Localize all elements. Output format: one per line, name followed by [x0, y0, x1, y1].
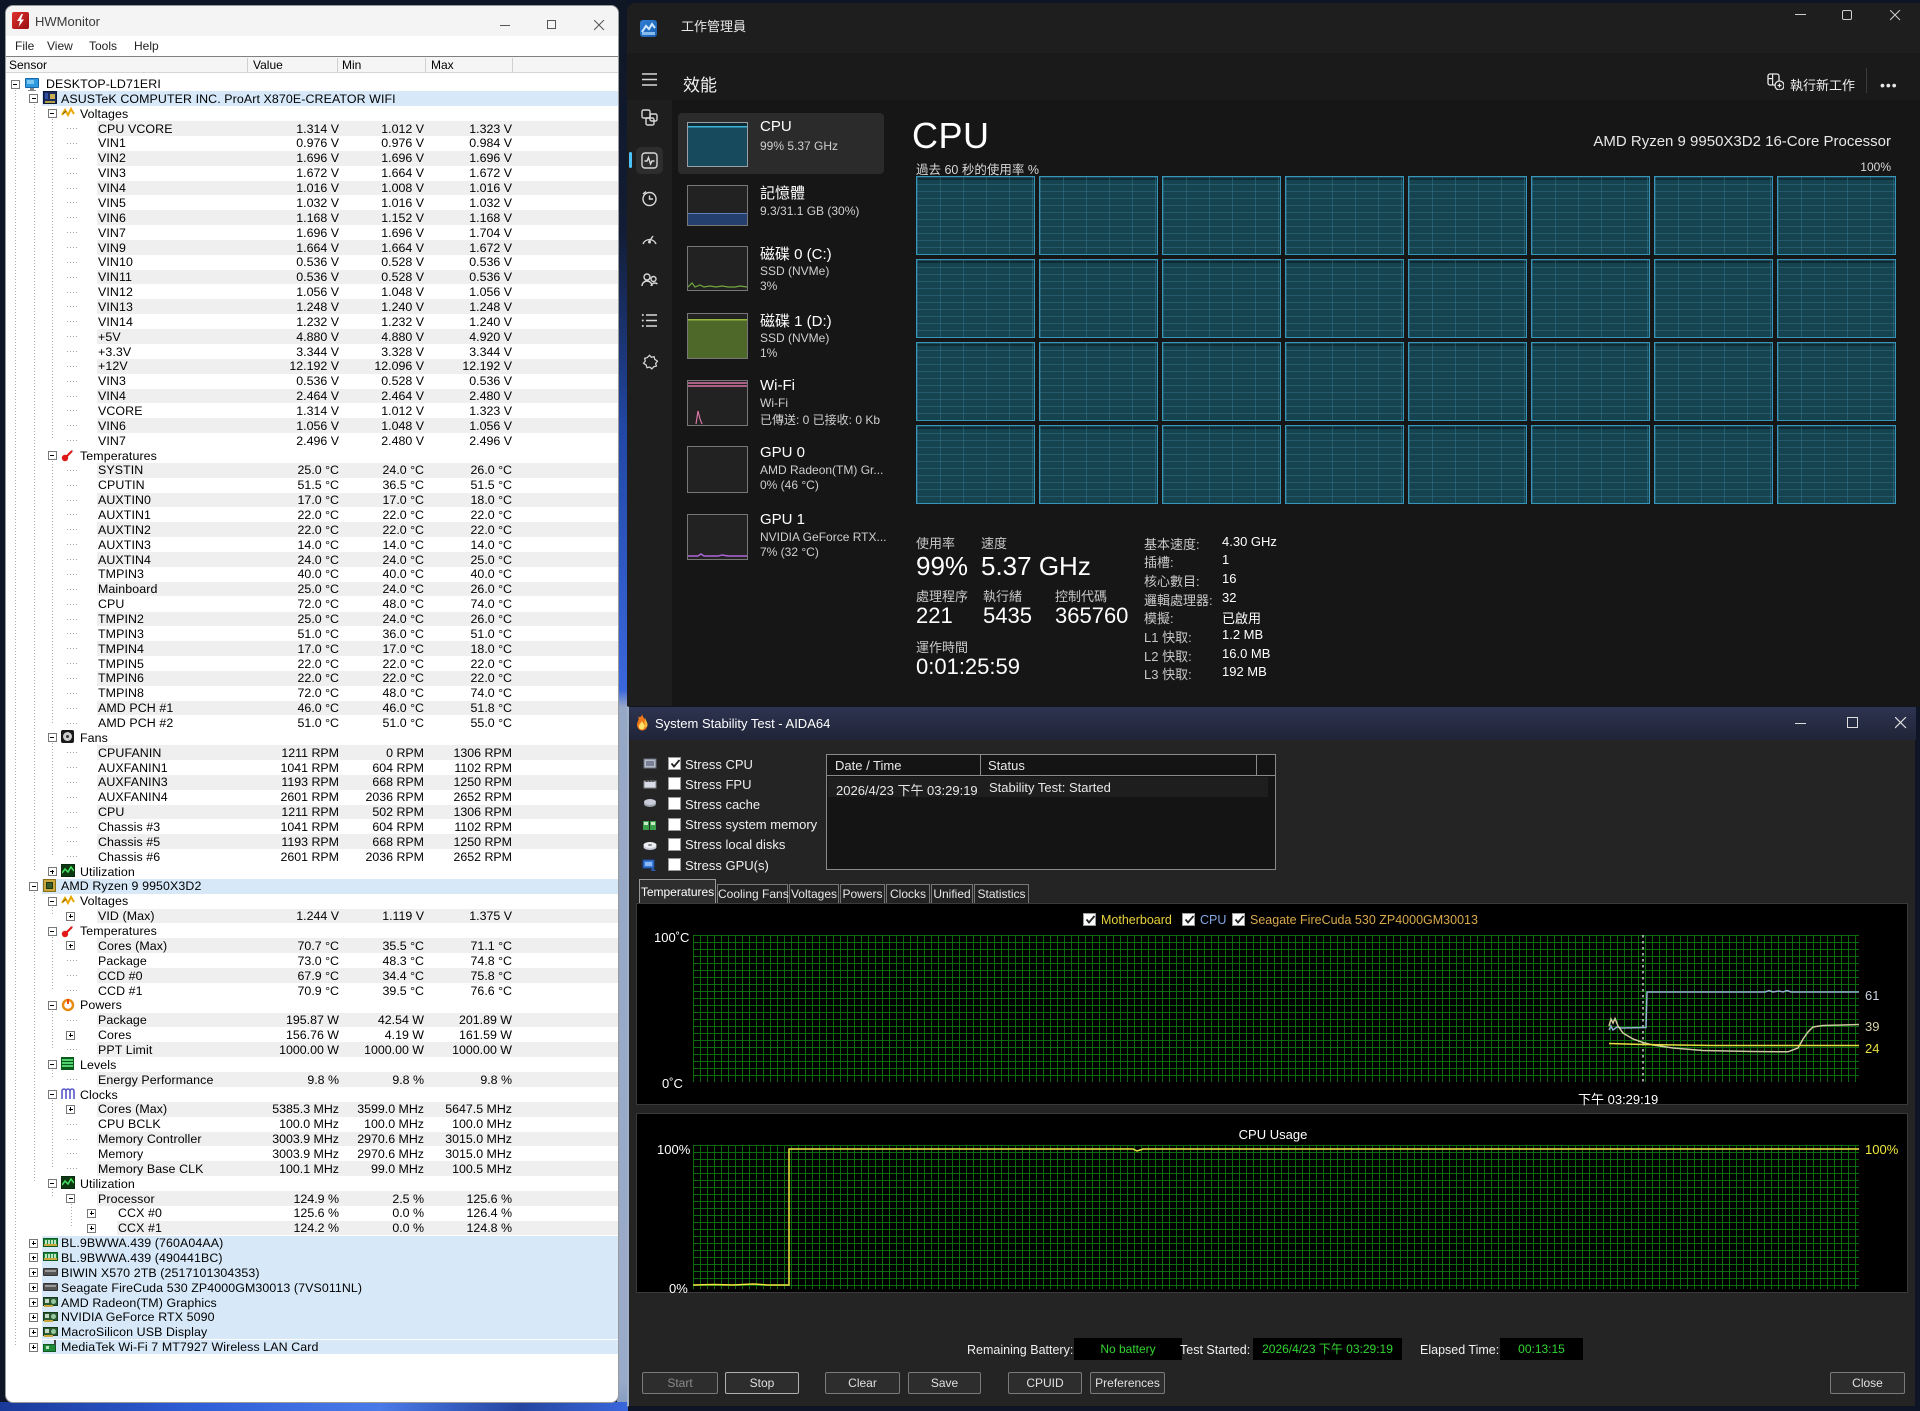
svg-text:123: 123: [645, 778, 656, 784]
